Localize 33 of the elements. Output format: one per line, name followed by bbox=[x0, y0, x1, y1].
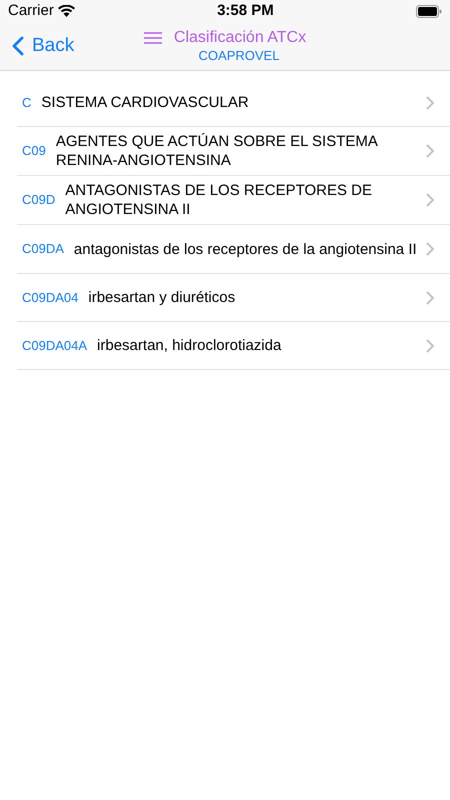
row-label: ANTAGONISTAS DE LOS RECEPTORES DE ANGIOTENSINA II bbox=[65, 181, 373, 219]
list-row[interactable]: C SISTEMA CARDIOVASCULAR bbox=[17, 79, 450, 127]
row-label: irbesartan, hidroclorotiazida bbox=[97, 336, 282, 355]
chevron-right-icon bbox=[426, 338, 434, 352]
atc-code: C09DA bbox=[21, 240, 64, 258]
screen-subtitle: COAPROVEL bbox=[198, 48, 280, 64]
atc-code: C09D bbox=[21, 191, 56, 210]
row-label: antagonistas de los receptores de la angiotensina II bbox=[74, 240, 418, 258]
carrier-label: Carrier bbox=[8, 0, 54, 21]
list-row[interactable]: C09D ANTAGONISTAS DE LOS RECEPTORES DE ANGIOTENSINA II bbox=[17, 176, 450, 225]
chevron-right-icon bbox=[426, 290, 434, 304]
screen-title: Clasificación ATCx bbox=[174, 28, 306, 48]
row-label: SISTEMA CARDIOVASCULAR bbox=[41, 93, 250, 112]
chevron-right-icon bbox=[426, 96, 434, 110]
chevron-right-icon bbox=[426, 193, 434, 207]
clock-label: 3:58 PM bbox=[217, 0, 274, 21]
row-label: AGENTES QUE ACTÚAN SOBRE EL SISTEMA RENINA-ANGIOTENSINA bbox=[56, 132, 379, 170]
atc-code: C09DA04A bbox=[21, 336, 88, 355]
atc-code: C bbox=[21, 94, 32, 112]
chevron-left-icon bbox=[12, 36, 24, 56]
back-button[interactable]: Back bbox=[12, 32, 74, 60]
menu-icon[interactable] bbox=[144, 32, 162, 44]
row-label: irbesartan y diuréticos bbox=[88, 288, 236, 307]
list-row[interactable]: C09DA04A irbesartan, hidroclorotiazida bbox=[17, 322, 450, 370]
chevron-right-icon bbox=[426, 144, 434, 158]
battery-icon bbox=[416, 4, 442, 18]
wifi-icon bbox=[58, 5, 75, 17]
chevron-right-icon bbox=[426, 242, 434, 256]
list-row[interactable]: C09DA04 irbesartan y diuréticos bbox=[17, 274, 450, 322]
atc-code: C09DA04 bbox=[21, 288, 78, 307]
list-row[interactable]: C09 AGENTES QUE ACTÚAN SOBRE EL SISTEMA RENINA-ANGIOTENSINA bbox=[17, 127, 450, 176]
atc-code: C09 bbox=[21, 142, 46, 160]
list-row[interactable]: C09DA antagonistas de los receptores de la angiotensina II bbox=[17, 225, 450, 274]
